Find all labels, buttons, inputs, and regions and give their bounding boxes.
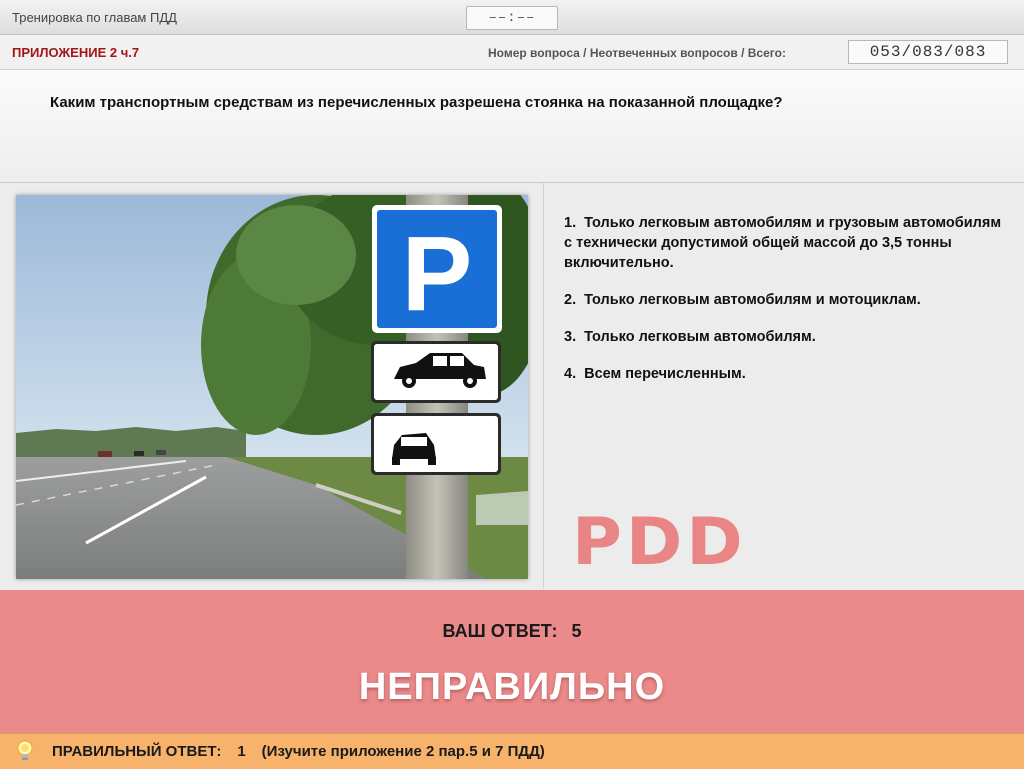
top-bar: Тренировка по главам ПДД ––:–– xyxy=(0,0,1024,35)
app-title: Тренировка по главам ПДД xyxy=(12,10,177,25)
answer-text: Только легковым автомобилям и мотоциклам… xyxy=(584,292,921,308)
answer-number: 4. xyxy=(564,366,577,382)
correct-answer-text: ПРАВИЛЬНЫЙ ОТВЕТ: 1 (Изучите приложение 2 … xyxy=(52,743,545,760)
section-label: ПРИЛОЖЕНИЕ 2 ч.7 xyxy=(12,45,140,60)
result-panel: ВАШ ОТВЕТ: 5 НЕПРАВИЛЬНО xyxy=(0,590,1024,733)
study-hint: (Изучите приложение 2 пар.5 и 7 ПДД) xyxy=(261,743,545,760)
answer-option-4[interactable]: 4. Всем перечисленным. xyxy=(564,364,1004,384)
answer-text: Только легковым автомобилям. xyxy=(584,329,816,345)
correct-answer-value: 1 xyxy=(237,743,246,760)
your-answer: ВАШ ОТВЕТ: 5 xyxy=(0,621,1024,642)
content-divider xyxy=(543,183,544,589)
answer-option-2[interactable]: 2. Только легковым автомобилям и мотоцикл… xyxy=(564,290,1004,310)
answer-number: 1. xyxy=(564,215,577,231)
info-bar: ПРИЛОЖЕНИЕ 2 ч.7 Номер вопроса / Неотвеч… xyxy=(0,35,1024,70)
timer-display: ––:–– xyxy=(466,6,558,30)
correct-answer-label: ПРАВИЛЬНЫЙ ОТВЕТ: xyxy=(52,743,222,760)
question-counter-label: Номер вопроса / Неотвеченных вопросов / … xyxy=(488,46,786,60)
correct-answer-bar: ПРАВИЛЬНЫЙ ОТВЕТ: 1 (Изучите приложение 2 … xyxy=(0,733,1024,769)
your-answer-value: 5 xyxy=(571,621,582,641)
lightbulb-icon xyxy=(17,740,33,760)
your-answer-label: ВАШ ОТВЕТ: xyxy=(442,621,558,641)
result-verdict: НЕПРАВИЛЬНО xyxy=(358,666,666,708)
answer-number: 3. xyxy=(564,329,577,345)
question-area: Каким транспортным средствам из перечисл… xyxy=(0,70,1024,183)
answer-list: 1. Только легковым автомобилям и грузовым… xyxy=(564,213,1004,401)
question-text: Каким транспортным средствам из перечисл… xyxy=(50,94,783,111)
question-counter-value: 053/083/083 xyxy=(848,40,1008,64)
answer-option-1[interactable]: 1. Только легковым автомобилям и грузовым… xyxy=(564,213,1004,273)
answer-option-3[interactable]: 3. Только легковым автомобилям. xyxy=(564,327,1004,347)
parking-sign-letter: P xyxy=(402,215,473,333)
answer-number: 2. xyxy=(564,292,577,308)
answer-text: Всем перечисленным. xyxy=(584,366,746,382)
question-content: P 1. Только легковым автомобилям и грузов xyxy=(0,183,1024,655)
question-image: P xyxy=(16,195,528,579)
answer-text: Только легковым автомобилям и грузовым а… xyxy=(564,215,1002,271)
